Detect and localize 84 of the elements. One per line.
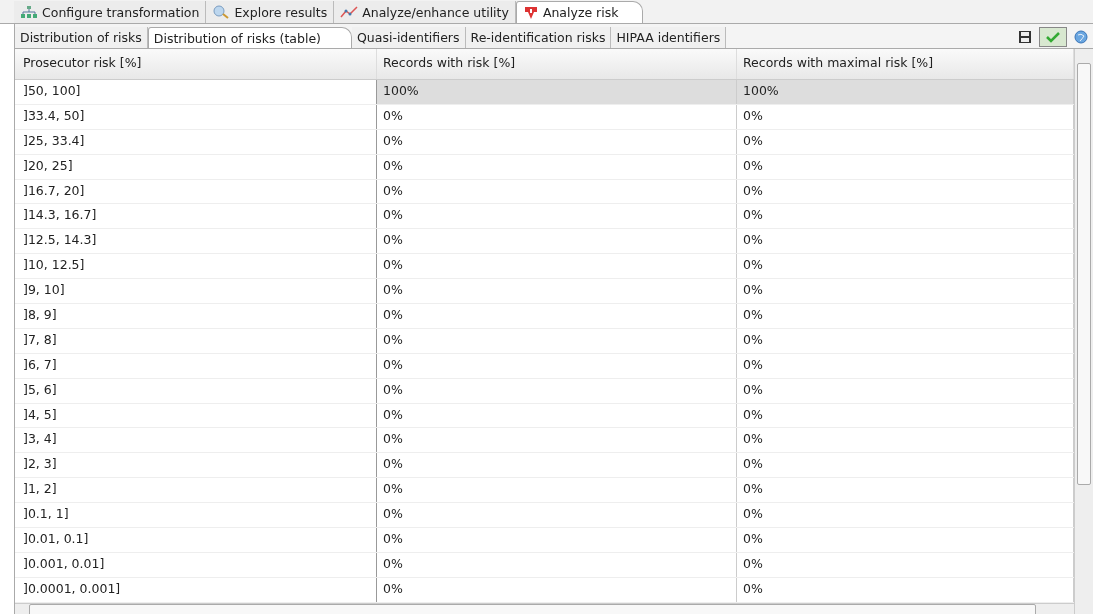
tab[interactable]: Analyze/enhance utility xyxy=(334,1,516,23)
tab[interactable]: Re-identification risks xyxy=(465,27,612,48)
table-row[interactable]: ]0.1, 1] 0% 0% xyxy=(15,503,1074,529)
table-cell: 0% xyxy=(377,428,737,453)
table-cell: 100% xyxy=(377,80,737,104)
table-cell: ]0.01, 0.1] xyxy=(15,528,377,552)
table-cell: ]5, 6] xyxy=(15,378,377,403)
table-cell: 0% xyxy=(377,104,737,129)
table-row[interactable]: ]7, 8] 0% 0% xyxy=(15,328,1074,354)
table-cell: 0% xyxy=(377,254,737,279)
table-cell: ]6, 7] xyxy=(15,353,377,378)
table-row[interactable]: ]25, 33.4] 0% 0% xyxy=(15,129,1074,155)
table-cell: 0% xyxy=(377,453,737,478)
check-button[interactable] xyxy=(1039,27,1067,47)
table-cell: ]1, 2] xyxy=(15,478,377,503)
table-row[interactable]: ]3, 4] 0% 0% xyxy=(15,428,1074,454)
table-cell: ]16.7, 20] xyxy=(15,179,377,204)
table-row[interactable]: ]0.01, 0.1] 0% 0% xyxy=(15,528,1074,553)
table-row[interactable]: ]33.4, 50] 0% 0% xyxy=(15,104,1074,130)
table-cell: 0% xyxy=(377,179,737,204)
table-cell: 0% xyxy=(377,154,737,179)
table-cell: 0% xyxy=(377,552,737,577)
tab[interactable]: Configure transformation xyxy=(14,1,207,23)
tab[interactable]: Quasi-identifiers xyxy=(352,27,466,48)
table-cell: 0% xyxy=(377,304,737,328)
table-row[interactable]: ]0.001, 0.01] 0% 0% xyxy=(15,552,1074,578)
tab[interactable]: HIPAA identifiers xyxy=(611,27,727,48)
tab[interactable]: Explore results xyxy=(206,1,335,23)
tab[interactable]: Analyze risk xyxy=(515,1,644,23)
table-cell: 0% xyxy=(377,503,737,528)
warning-arrow-icon xyxy=(522,5,539,20)
table-cell: 0% xyxy=(377,577,737,602)
column-header[interactable]: Records with risk [%] xyxy=(377,49,737,79)
table-cell: ]12.5, 14.3] xyxy=(15,229,377,254)
table-cell: ]3, 4] xyxy=(15,428,377,453)
table-row[interactable]: ]5, 6] 0% 0% xyxy=(15,378,1074,404)
table-cell: ]14.3, 16.7] xyxy=(15,204,377,229)
table-cell: ]0.0001, 0.001] xyxy=(15,577,377,602)
table-row[interactable]: ]20, 25] 0% 0% xyxy=(15,154,1074,180)
globe-icon xyxy=(1074,30,1088,44)
table-cell: 100% xyxy=(737,80,1074,104)
vertical-scrollbar[interactable] xyxy=(1074,49,1093,614)
table-row[interactable]: ]1, 2] 0% 0% xyxy=(15,478,1074,504)
column-header[interactable]: Prosecutor risk [%] xyxy=(15,49,377,79)
table-cell: ]8, 9] xyxy=(15,304,377,328)
table-cell: ]2, 3] xyxy=(15,453,377,478)
table-row[interactable]: ]2, 3] 0% 0% xyxy=(15,453,1074,479)
table-cell: ]7, 8] xyxy=(15,328,377,353)
table-cell: 0% xyxy=(377,403,737,428)
table-cell: 0% xyxy=(377,528,737,552)
checkmark-icon xyxy=(1045,31,1061,43)
table-row[interactable]: ]50, 100] 100% 100% xyxy=(15,80,1074,105)
table-row[interactable]: ]0.0001, 0.001] 0% 0% xyxy=(15,577,1074,603)
table-cell: 0% xyxy=(377,378,737,403)
tab[interactable]: Distribution of risks (table) xyxy=(147,27,352,48)
table-cell: ]10, 12.5] xyxy=(15,254,377,279)
table-row[interactable]: ]14.3, 16.7] 0% 0% xyxy=(15,204,1074,230)
table-cell: 0% xyxy=(377,229,737,254)
table-cell: 0% xyxy=(377,478,737,503)
table-row[interactable]: ]8, 9] 0% 0% xyxy=(15,304,1074,329)
help-button[interactable] xyxy=(1071,27,1091,47)
table-row[interactable]: ]16.7, 20] 0% 0% xyxy=(15,179,1074,205)
hierarchy-icon xyxy=(20,5,38,19)
table-row[interactable]: ]9, 10] 0% 0% xyxy=(15,279,1074,304)
table-cell: ]9, 10] xyxy=(15,279,377,303)
save-icon xyxy=(1018,30,1032,44)
table-cell: ]0.001, 0.01] xyxy=(15,552,377,577)
table-row[interactable]: ]10, 12.5] 0% 0% xyxy=(15,254,1074,280)
magnifier-icon xyxy=(212,5,231,19)
table-row[interactable]: ]4, 5] 0% 0% xyxy=(15,403,1074,429)
tab[interactable]: Distribution of risks xyxy=(15,27,148,48)
table-row[interactable]: ]12.5, 14.3] 0% 0% xyxy=(15,229,1074,255)
table-cell: 0% xyxy=(377,328,737,353)
table-cell: 0% xyxy=(377,279,737,303)
line-chart-icon xyxy=(340,5,359,19)
table-cell: ]25, 33.4] xyxy=(15,129,377,154)
table-cell: ]20, 25] xyxy=(15,154,377,179)
table-cell: 0% xyxy=(377,129,737,154)
table-cell: ]4, 5] xyxy=(15,403,377,428)
table-row[interactable]: ]6, 7] 0% 0% xyxy=(15,353,1074,379)
table-cell: ]0.1, 1] xyxy=(15,503,377,528)
table-cell: 0% xyxy=(377,353,737,378)
table-cell: ]33.4, 50] xyxy=(15,104,377,129)
table-cell: 0% xyxy=(377,204,737,229)
